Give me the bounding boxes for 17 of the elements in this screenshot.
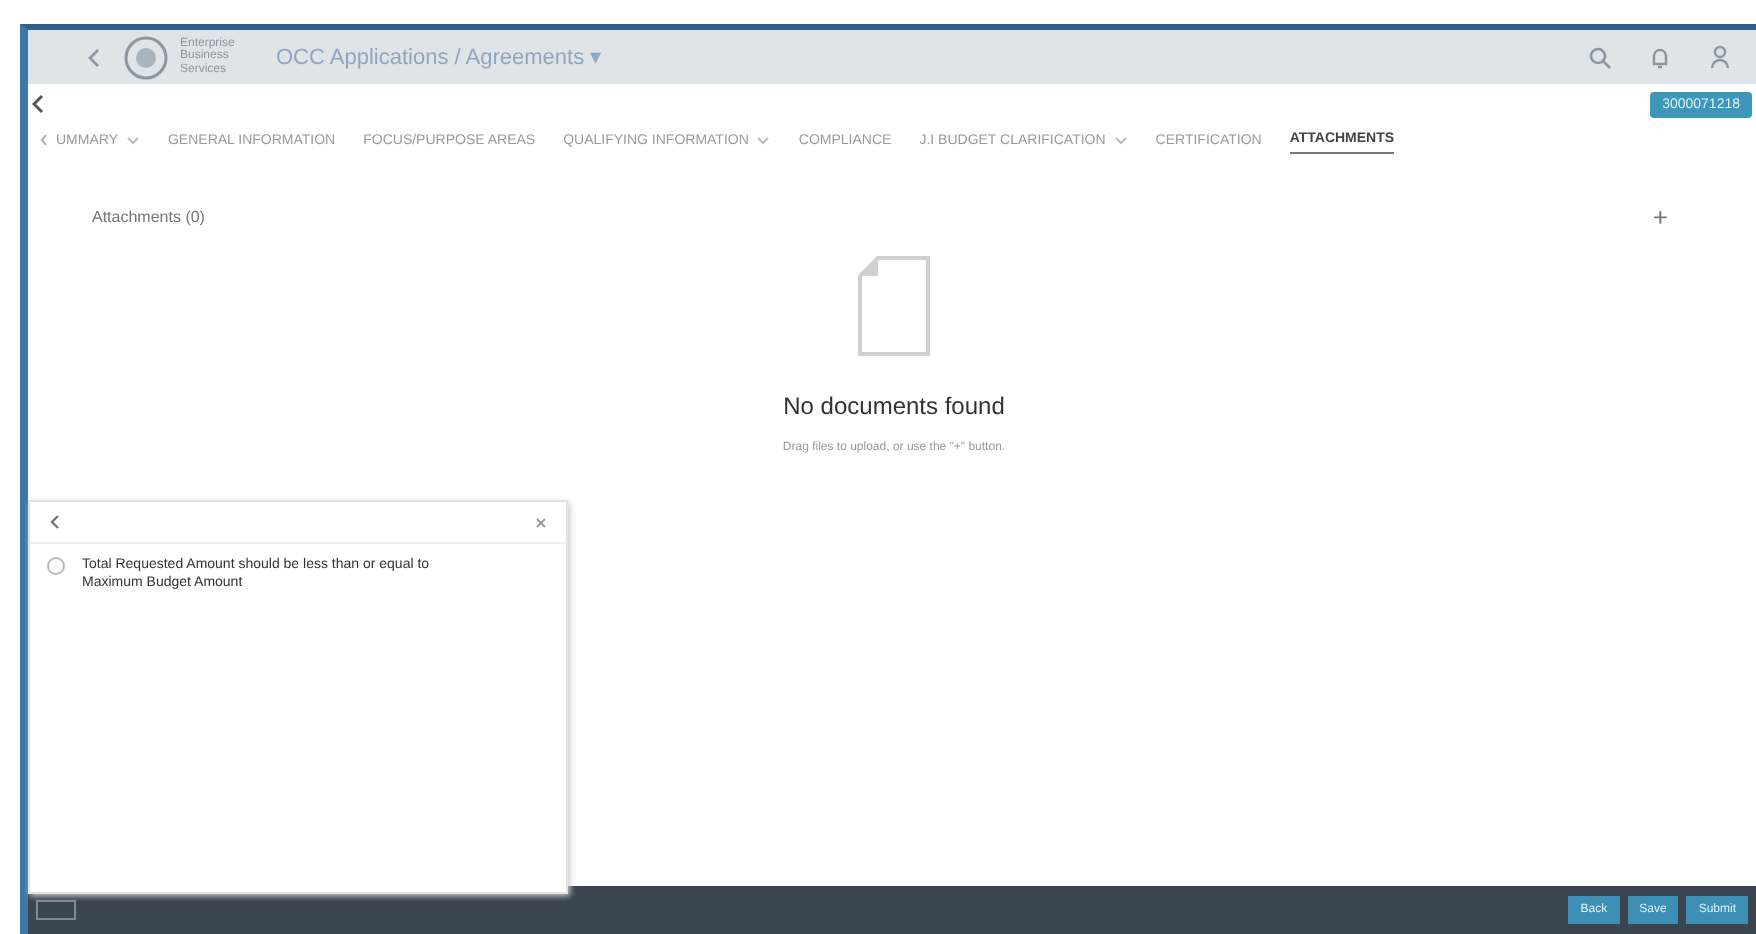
app-title[interactable]: OCC Applications / Agreements ▾ [276,44,603,70]
empty-title: No documents found [783,392,1005,420]
user-icon[interactable] [1708,44,1732,70]
back-icon[interactable] [50,514,60,530]
back-icon[interactable] [32,93,44,113]
chevron-icon [125,135,140,145]
section-heading: Attachments (0) [92,208,205,226]
logo-icon [120,35,172,79]
search-icon[interactable] [1588,45,1612,69]
close-icon[interactable] [536,517,546,527]
document-icon [858,256,930,356]
info-icon [46,556,66,576]
bell-icon[interactable] [1648,45,1672,69]
scroll-left-icon[interactable] [40,134,48,146]
chevron-icon [1113,135,1128,145]
chevron-icon [756,135,771,145]
add-button[interactable]: + [1644,202,1676,232]
